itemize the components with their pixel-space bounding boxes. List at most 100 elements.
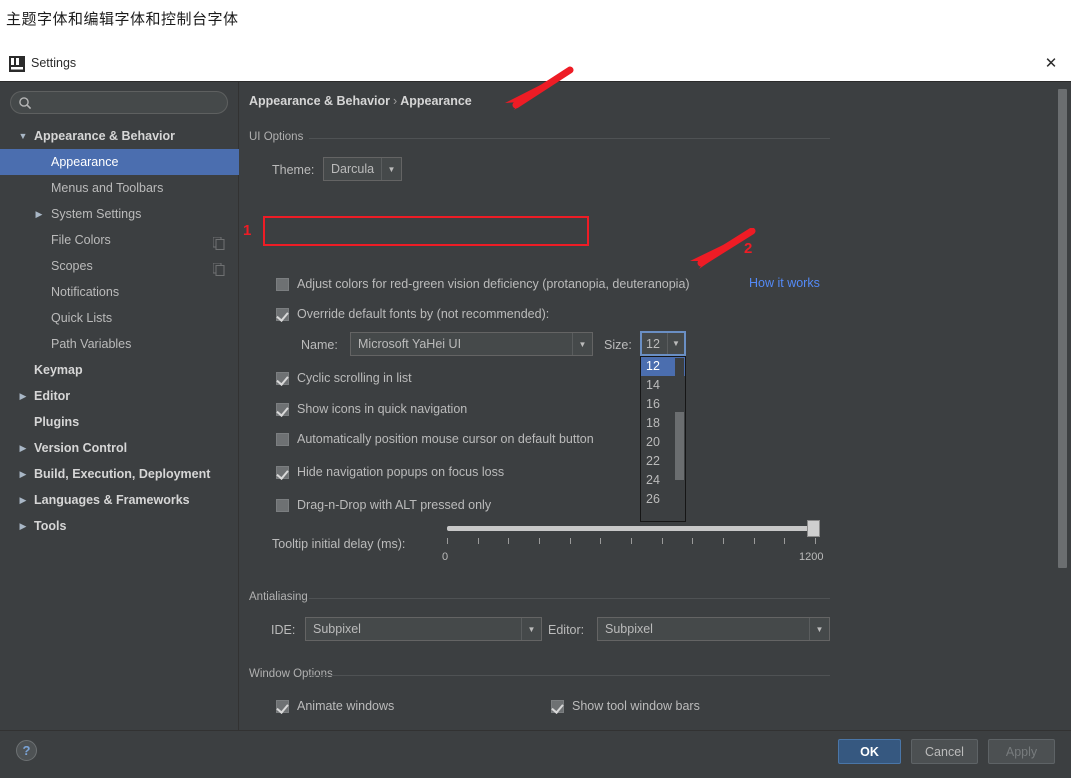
sidebar-item-plugins[interactable]: Plugins — [0, 409, 239, 435]
sidebar-item-label: Plugins — [34, 409, 79, 435]
sidebar-item-path-variables[interactable]: Path Variables — [0, 331, 239, 357]
tree-spacer — [32, 253, 46, 279]
theme-label: Theme: — [272, 163, 314, 177]
sidebar-item-scopes[interactable]: Scopes — [0, 253, 239, 279]
sidebar-item-notifications[interactable]: Notifications — [0, 279, 239, 305]
sidebar-item-appearance[interactable]: Appearance — [0, 149, 239, 175]
sidebar-item-label: Build, Execution, Deployment — [34, 461, 210, 487]
slider-tick — [692, 538, 693, 544]
breadcrumb-root[interactable]: Appearance & Behavior — [249, 94, 390, 108]
checkbox-hide-navigation-popups-on-focus-loss[interactable]: Hide navigation popups on focus loss — [276, 462, 504, 482]
tooltip-delay-slider-thumb[interactable] — [807, 520, 820, 537]
ide-antialiasing-combo[interactable]: Subpixel ▼ — [305, 617, 542, 641]
checkbox-box — [276, 433, 289, 446]
sidebar-search[interactable] — [10, 91, 228, 114]
font-name-combo[interactable]: Microsoft YaHei UI ▼ — [350, 332, 593, 356]
sidebar-item-tools[interactable]: ▶Tools — [0, 513, 239, 539]
sidebar-item-appearance-behavior[interactable]: ▼Appearance & Behavior — [0, 123, 239, 149]
section-window-options-label: Window Options — [249, 668, 339, 680]
sidebar-item-label: Appearance & Behavior — [34, 123, 175, 149]
checkbox-box — [276, 372, 289, 385]
section-antialiasing: Antialiasing — [249, 591, 830, 605]
dialog-footer: ? OK Cancel Apply — [0, 730, 1071, 778]
checkbox-drag-n-drop-with-alt-pressed-only[interactable]: Drag-n-Drop with ALT pressed only — [276, 495, 491, 515]
slider-max-label: 1200 — [799, 551, 823, 563]
breadcrumb-leaf: Appearance — [400, 94, 472, 108]
page-caption: 主题字体和编辑字体和控制台字体 — [6, 8, 239, 29]
slider-tick — [784, 538, 785, 544]
tooltip-delay-slider-track[interactable] — [447, 526, 815, 531]
chevron-right-icon[interactable]: ▶ — [16, 513, 30, 539]
screenshot-root: 主题字体和编辑字体和控制台字体 Settings ✕ — [0, 0, 1071, 778]
search-input[interactable] — [37, 92, 223, 113]
sidebar-item-label: System Settings — [51, 201, 141, 227]
how-it-works-link[interactable]: How it works — [749, 276, 820, 290]
cancel-button[interactable]: Cancel — [911, 739, 978, 764]
ok-button[interactable]: OK — [838, 739, 901, 764]
sidebar-item-menus-and-toolbars[interactable]: Menus and Toolbars — [0, 175, 239, 201]
checkbox-adjust-colors[interactable]: Adjust colors for red-green vision defic… — [276, 274, 690, 294]
sidebar-item-version-control[interactable]: ▶Version Control — [0, 435, 239, 461]
main-scrollbar-thumb[interactable] — [1058, 89, 1067, 568]
sidebar-item-file-colors[interactable]: File Colors — [0, 227, 239, 253]
sidebar-item-languages-frameworks[interactable]: ▶Languages & Frameworks — [0, 487, 239, 513]
font-size-dropdown-list[interactable]: 1214161820222426 — [640, 356, 686, 522]
sidebar-item-label: Menus and Toolbars — [51, 175, 163, 201]
chevron-down-icon[interactable]: ▼ — [16, 123, 30, 149]
sidebar-item-quick-lists[interactable]: Quick Lists — [0, 305, 239, 331]
chevron-right-icon[interactable]: ▶ — [16, 435, 30, 461]
slider-tick — [570, 538, 571, 544]
copy-settings-icon[interactable] — [213, 259, 225, 272]
sidebar-item-label: Languages & Frameworks — [34, 487, 190, 513]
help-icon[interactable]: ? — [16, 740, 37, 761]
editor-antialiasing-combo[interactable]: Subpixel ▼ — [597, 617, 830, 641]
font-size-combo[interactable]: 12 ▼ — [640, 331, 686, 356]
checkbox-label: Override default fonts by (not recommend… — [297, 307, 549, 321]
dropdown-scrollbar-thumb[interactable] — [675, 412, 684, 480]
slider-tick — [815, 538, 816, 544]
chevron-right-icon[interactable]: ▶ — [16, 461, 30, 487]
ide-antialiasing-label: IDE: — [271, 623, 295, 637]
apply-button[interactable]: Apply — [988, 739, 1055, 764]
sidebar-item-label: Quick Lists — [51, 305, 112, 331]
breadcrumb: Appearance & Behavior›Appearance — [249, 94, 472, 108]
sidebar-item-editor[interactable]: ▶Editor — [0, 383, 239, 409]
sidebar-item-keymap[interactable]: Keymap — [0, 357, 239, 383]
checkbox-label: Drag-n-Drop with ALT pressed only — [297, 498, 491, 512]
slider-tick — [662, 538, 663, 544]
annotation-marker-1: 1 — [243, 222, 251, 239]
checkbox-label: Automatically position mouse cursor on d… — [297, 432, 594, 446]
sidebar-item-build-execution-deployment[interactable]: ▶Build, Execution, Deployment — [0, 461, 239, 487]
theme-combo[interactable]: Darcula ▼ — [323, 157, 402, 181]
checkbox-cyclic-scrolling-in-list[interactable]: Cyclic scrolling in list — [276, 368, 412, 388]
section-rule — [309, 675, 830, 676]
chevron-right-icon[interactable]: ▶ — [16, 383, 30, 409]
tooltip-delay-label: Tooltip initial delay (ms): — [272, 537, 405, 551]
close-icon[interactable]: ✕ — [1039, 53, 1063, 75]
checkbox-box — [276, 700, 289, 713]
annotation-marker-2: 2 — [744, 240, 752, 257]
settings-dialog: ▼Appearance & BehaviorAppearanceMenus an… — [0, 81, 1071, 730]
sidebar-item-label: Editor — [34, 383, 70, 409]
chevron-right-icon[interactable]: ▶ — [32, 201, 46, 227]
chevron-down-icon: ▼ — [381, 158, 401, 180]
ide-antialiasing-value: Subpixel — [306, 622, 521, 636]
copy-settings-icon[interactable] — [213, 233, 225, 246]
checkbox-animate-windows[interactable]: Animate windows — [276, 696, 394, 716]
slider-tick — [600, 538, 601, 544]
sidebar-item-label: File Colors — [51, 227, 111, 253]
sidebar-item-label: Keymap — [34, 357, 83, 383]
checkbox-override-fonts[interactable]: Override default fonts by (not recommend… — [276, 304, 549, 324]
chevron-right-icon[interactable]: ▶ — [16, 487, 30, 513]
checkbox-show-icons-in-quick-navigation[interactable]: Show icons in quick navigation — [276, 399, 467, 419]
sidebar-item-system-settings[interactable]: ▶System Settings — [0, 201, 239, 227]
checkbox-show-tool-window-bars[interactable]: Show tool window bars — [551, 696, 700, 716]
checkbox-automatically-position-mouse-cursor-on-default-button[interactable]: Automatically position mouse cursor on d… — [276, 429, 594, 449]
font-size-label: Size: — [604, 338, 632, 352]
slider-tick — [539, 538, 540, 544]
settings-sidebar: ▼Appearance & BehaviorAppearanceMenus an… — [0, 82, 239, 731]
checkbox-label: Animate windows — [297, 699, 394, 713]
slider-min-label: 0 — [442, 551, 448, 563]
slider-tick — [478, 538, 479, 544]
slider-tick — [508, 538, 509, 544]
